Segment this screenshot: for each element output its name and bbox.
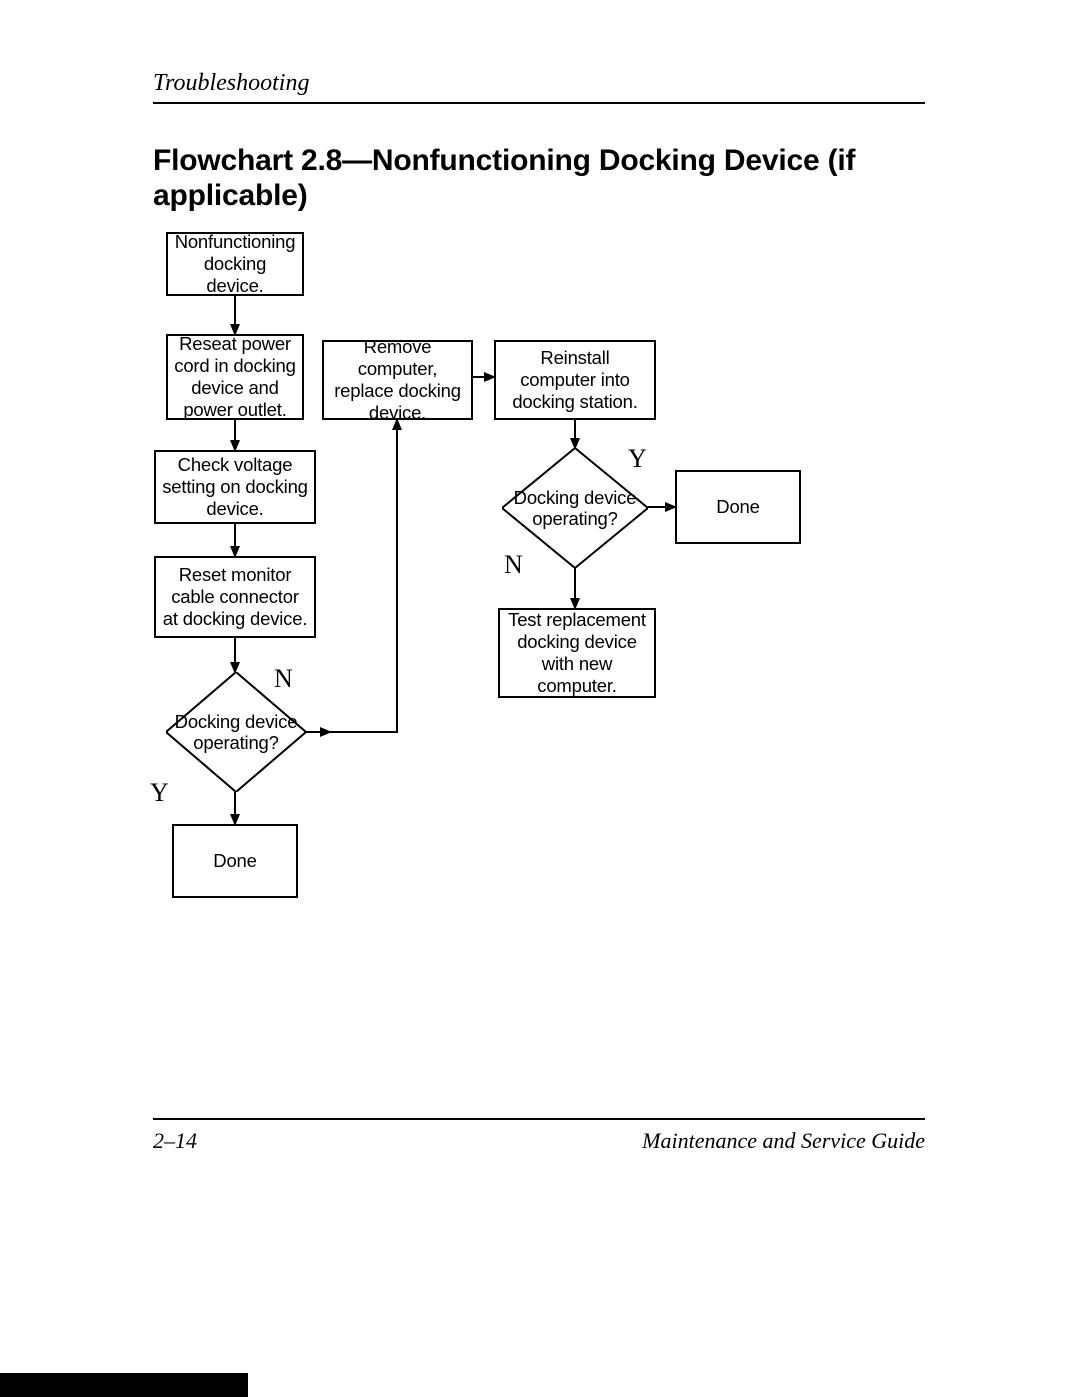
node-remove: Remove computer, replace docking device. <box>322 340 473 420</box>
label-d2-yes: Y <box>628 444 647 474</box>
flowchart-canvas: Nonfunctioning docking device. Reseat po… <box>0 0 1080 1397</box>
node-done-1: Done <box>172 824 298 898</box>
label-d1-yes: Y <box>150 778 169 808</box>
node-decision-2: Docking device operating? <box>502 448 648 568</box>
flowchart-connectors <box>0 0 1080 1397</box>
label-d1-no: N <box>274 664 293 694</box>
node-reseat: Reseat power cord in docking device and … <box>166 334 304 420</box>
node-test: Test replacement docking device with new… <box>498 608 656 698</box>
guide-name: Maintenance and Service Guide <box>642 1128 925 1154</box>
bottom-black-bar <box>0 1373 248 1397</box>
footer-rule <box>153 1118 925 1120</box>
node-done-2: Done <box>675 470 801 544</box>
node-reinstall: Reinstall computer into docking station. <box>494 340 656 420</box>
label-d2-no: N <box>504 550 523 580</box>
node-monitor: Reset monitor cable connector at docking… <box>154 556 316 638</box>
page-number: 2–14 <box>153 1128 197 1154</box>
node-start: Nonfunctioning docking device. <box>166 232 304 296</box>
decision-2-text: Docking device operating? <box>502 448 648 568</box>
node-voltage: Check voltage setting on docking device. <box>154 450 316 524</box>
